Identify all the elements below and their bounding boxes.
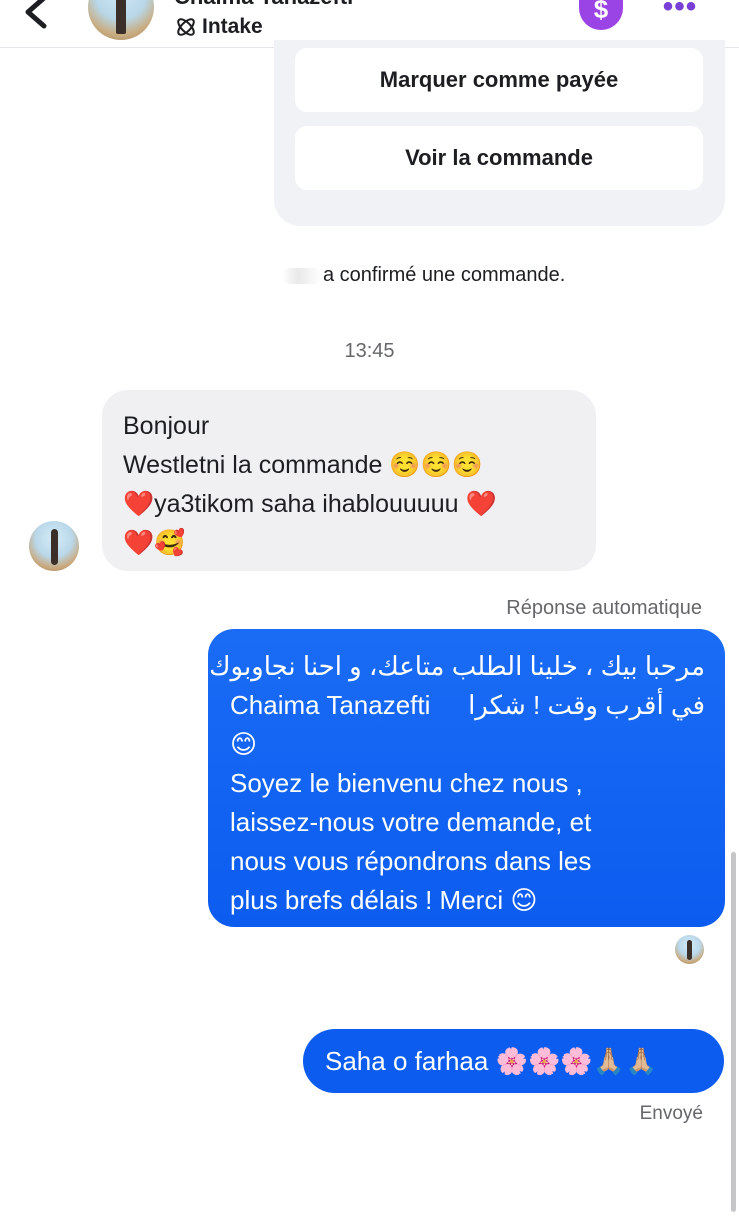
intake-text: Intake xyxy=(202,15,263,38)
system-message-text: a confirmé une commande. xyxy=(323,264,566,286)
sender-name-text: Chaima Tanazefti xyxy=(230,690,431,720)
view-order-button[interactable]: Voir la commande xyxy=(295,126,703,190)
chat-screen: Chaima Tanazefti Intake $ ••• Marquer co… xyxy=(0,0,739,1220)
incoming-message-bubble[interactable]: Bonjour Westletni la commande ☺️☺️☺️ ❤️y… xyxy=(102,390,596,571)
french-line: laissez-nous votre demande, et xyxy=(230,807,592,837)
sender-avatar[interactable] xyxy=(29,521,79,571)
french-line: Soyez le bienvenu chez nous , xyxy=(230,768,583,798)
sent-message-bubble[interactable]: Saha o farhaa 🌸🌸🌸🙏🏼🙏🏼 xyxy=(303,1029,724,1093)
sent-status: Envoyé xyxy=(639,1103,703,1124)
mark-as-paid-button[interactable]: Marquer comme payée xyxy=(295,48,703,112)
seen-avatar xyxy=(675,935,704,964)
intake-icon xyxy=(177,18,195,36)
intake-label[interactable]: Intake xyxy=(174,15,263,39)
french-line: nous vous répondrons dans les xyxy=(230,846,592,876)
avatar-figure xyxy=(687,940,692,960)
payment-dollar-button[interactable]: $ xyxy=(579,0,623,30)
auto-reply-label: Réponse automatique xyxy=(506,597,702,619)
scrollbar[interactable] xyxy=(731,852,736,1212)
mixed-line: Chaima Tanazefti في أقرب وقت ! شكرا xyxy=(230,686,705,725)
message-line: ❤️ya3tikom saha ihablouuuuu ❤️ xyxy=(123,490,497,518)
contact-name[interactable]: Chaima Tanazefti xyxy=(174,0,353,10)
message-line: ❤️🥰 xyxy=(123,529,186,557)
message-line: Westletni la commande ☺️☺️☺️ xyxy=(123,451,483,479)
back-arrow-icon[interactable] xyxy=(20,0,56,34)
arabic-line: في أقرب وقت ! شكرا xyxy=(468,690,705,720)
message-timestamp: 13:45 xyxy=(344,340,395,362)
redacted-name xyxy=(282,268,322,284)
order-card: Marquer comme payée Voir la commande xyxy=(274,40,725,226)
auto-reply-bubble[interactable]: مرحبا بيك ، خلينا الطلب متاعك، و احنا نج… xyxy=(208,629,725,927)
message-line: Bonjour xyxy=(123,412,210,440)
more-options-icon[interactable]: ••• xyxy=(660,0,700,22)
emoji-line: 😊 xyxy=(230,729,258,759)
contact-avatar[interactable] xyxy=(88,0,154,40)
avatar-figure xyxy=(116,0,126,34)
french-line: plus brefs délais ! Merci 😊 xyxy=(230,885,538,915)
avatar-figure xyxy=(51,529,58,565)
arabic-line: مرحبا بيك ، خلينا الطلب متاعك، و احنا نج… xyxy=(209,651,705,681)
